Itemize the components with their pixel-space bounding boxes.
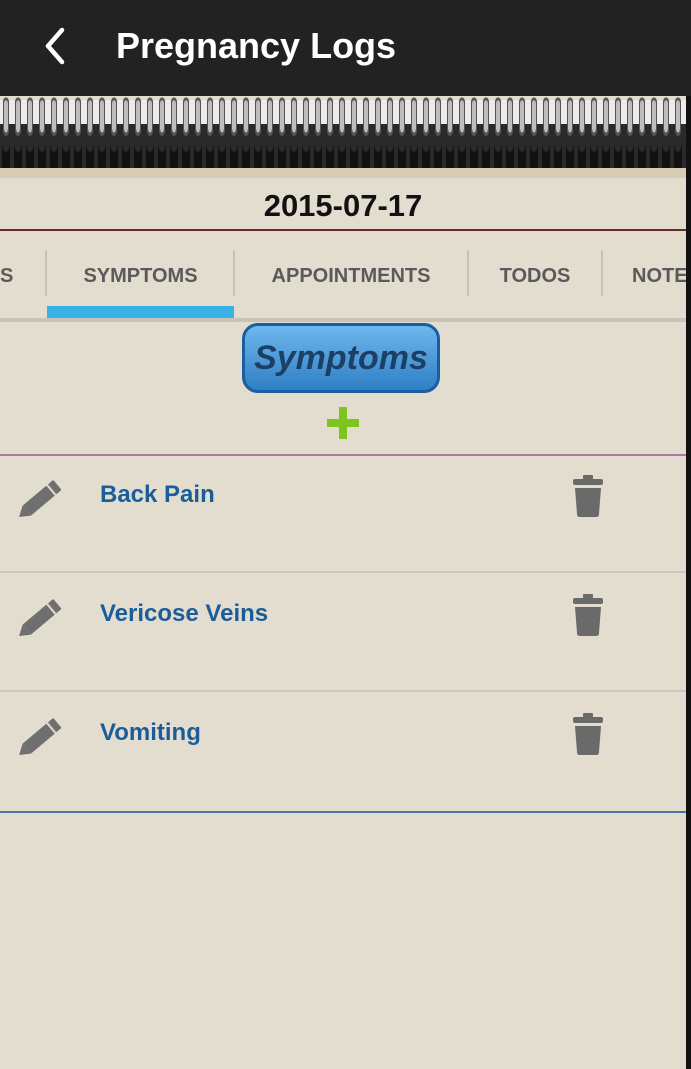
- tab-divider: [601, 250, 603, 296]
- trash-icon: [573, 594, 603, 636]
- edit-symptom-button[interactable]: [16, 474, 66, 522]
- list-bottom-divider: [0, 811, 686, 813]
- symptom-name[interactable]: Vericose Veins: [100, 599, 268, 629]
- screen-edge: [686, 96, 691, 1069]
- delete-symptom-button[interactable]: [571, 474, 605, 518]
- symptom-row: Vomiting: [0, 694, 686, 811]
- trash-icon: [573, 475, 603, 517]
- tab-selected-indicator: [47, 306, 234, 318]
- edit-symptom-button[interactable]: [16, 593, 66, 641]
- symptom-row: Vericose Veins: [0, 575, 686, 692]
- row-divider: [0, 690, 686, 692]
- date-header: 2015-07-17: [263, 188, 423, 223]
- delete-symptom-button[interactable]: [571, 593, 605, 637]
- tab-notes[interactable]: NOTE: [632, 234, 686, 318]
- edit-symptom-button[interactable]: [16, 712, 66, 760]
- chevron-left-icon: [45, 27, 65, 65]
- pencil-icon: [19, 599, 62, 637]
- tab-todos[interactable]: TODOS: [469, 234, 601, 318]
- notebook-page: 2015-07-17 S SYMPTOMS APPOINTMENTS TODOS…: [0, 96, 686, 1069]
- tab-bar: S SYMPTOMS APPOINTMENTS TODOS NOTE: [0, 234, 686, 322]
- spiral-binding-graphic: [0, 96, 686, 178]
- symptom-name[interactable]: Vomiting: [100, 718, 201, 748]
- date-divider: [0, 229, 686, 231]
- tab-appointments[interactable]: APPOINTMENTS: [235, 234, 467, 318]
- pencil-icon: [19, 718, 62, 756]
- symptom-name[interactable]: Back Pain: [100, 480, 215, 510]
- back-button[interactable]: [36, 26, 76, 66]
- symptoms-heading-button[interactable]: Symptoms: [242, 323, 440, 393]
- plus-icon: [327, 407, 359, 439]
- trash-icon: [573, 713, 603, 755]
- app-bar: Pregnancy Logs: [0, 0, 691, 96]
- add-symptom-button[interactable]: [324, 404, 362, 442]
- pencil-icon: [19, 480, 62, 518]
- row-divider: [0, 571, 686, 573]
- tab-bar-bottom-border: [0, 318, 686, 322]
- page-title: Pregnancy Logs: [116, 25, 397, 66]
- tab-partial-left[interactable]: S: [0, 234, 24, 318]
- symptom-row: Back Pain: [0, 456, 686, 573]
- delete-symptom-button[interactable]: [571, 712, 605, 756]
